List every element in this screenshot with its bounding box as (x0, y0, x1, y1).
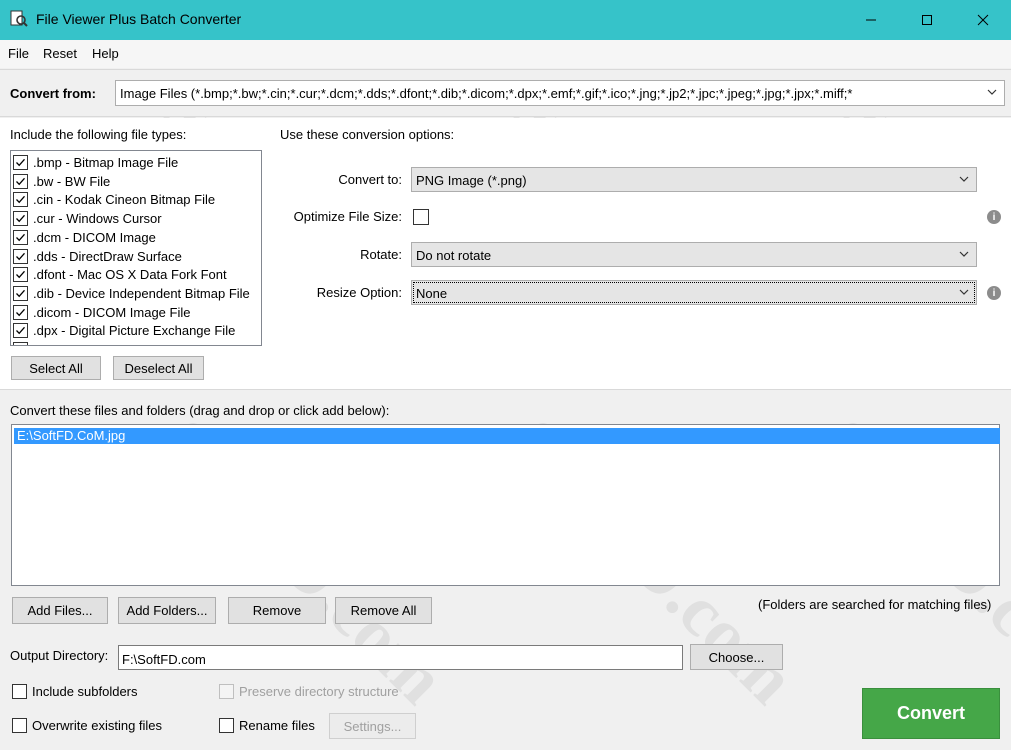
preserve-structure-checkbox (219, 684, 234, 699)
file-type-checkbox[interactable] (13, 267, 28, 283)
menu-help[interactable]: Help (92, 46, 119, 61)
files-list[interactable]: E:\SoftFD.CoM.jpg (11, 424, 1000, 586)
file-type-label: .dib - Device Independent Bitmap File (33, 285, 250, 301)
file-type-checkbox[interactable] (13, 248, 28, 264)
file-type-checkbox[interactable] (13, 155, 28, 170)
close-button[interactable] (955, 0, 1011, 40)
chevron-down-icon (987, 89, 997, 95)
optimize-checkbox[interactable] (413, 209, 429, 225)
file-type-item[interactable]: .dds - DirectDraw Surface (13, 247, 182, 266)
file-type-checkbox[interactable] (13, 229, 28, 245)
remove-button[interactable]: Remove (228, 597, 326, 624)
file-type-checkbox[interactable] (13, 304, 28, 320)
resize-value: None (416, 286, 448, 301)
info-icon[interactable]: i (987, 210, 1001, 224)
rename-option[interactable]: Rename files (219, 718, 315, 733)
files-heading: Convert these files and folders (drag an… (10, 403, 390, 418)
file-type-checkbox[interactable] (13, 173, 28, 189)
minimize-button[interactable] (843, 0, 899, 40)
rotate-label: Rotate: (360, 247, 402, 262)
convert-from-select[interactable]: Image Files (*.bmp;*.bw;*.cin;*.cur;*.dc… (115, 80, 1005, 106)
deselect-all-button[interactable]: Deselect All (113, 356, 204, 380)
file-type-checkbox (13, 342, 28, 345)
minimize-icon (866, 19, 876, 21)
file-type-item[interactable]: .dcm - DICOM Image (13, 228, 156, 247)
file-type-label: .cin - Kodak Cineon Bitmap File (33, 192, 216, 208)
convert-to-value: PNG Image (*.png) (416, 173, 527, 188)
include-subfolders-checkbox[interactable] (12, 684, 27, 699)
file-type-item-partial (13, 340, 33, 345)
file-type-label: .dfont - Mac OS X Data Fork Font (33, 267, 227, 283)
optimize-label: Optimize File Size: (293, 209, 402, 224)
file-types-list[interactable]: .bmp - Bitmap Image File .bw - BW File .ci… (10, 150, 262, 346)
close-icon (977, 14, 989, 26)
file-type-item[interactable]: .bmp - Bitmap Image File (13, 153, 178, 172)
file-type-checkbox[interactable] (13, 211, 28, 227)
file-type-item[interactable]: .bw - BW File (13, 172, 110, 191)
menu-reset[interactable]: Reset (43, 46, 77, 61)
file-list-item[interactable]: E:\SoftFD.CoM.jpg (14, 428, 1000, 444)
file-type-item[interactable]: .dib - Device Independent Bitmap File (13, 284, 250, 303)
convert-from-value: Image Files (*.bmp;*.bw;*.cin;*.cur;*.dc… (120, 86, 853, 101)
file-type-checkbox[interactable] (13, 192, 28, 208)
convert-to-select[interactable]: PNG Image (*.png) (411, 167, 977, 192)
preserve-structure-option: Preserve directory structure (219, 684, 399, 699)
info-icon[interactable]: i (987, 286, 1001, 300)
preserve-structure-label: Preserve directory structure (239, 684, 399, 699)
file-type-item[interactable]: .dicom - DICOM Image File (13, 303, 190, 322)
rotate-select[interactable]: Do not rotate (411, 242, 977, 267)
chevron-down-icon (959, 289, 969, 295)
maximize-button[interactable] (899, 0, 955, 40)
menu-bar (0, 40, 1011, 68)
include-subfolders-label: Include subfolders (32, 684, 138, 699)
output-directory-input[interactable] (118, 645, 683, 670)
rotate-value: Do not rotate (416, 248, 492, 263)
chevron-down-icon (959, 251, 969, 257)
file-type-label: .cur - Windows Cursor (33, 211, 162, 227)
file-type-label: .dds - DirectDraw Surface (33, 248, 182, 264)
overwrite-checkbox[interactable] (12, 718, 27, 733)
file-types-heading: Include the following file types: (10, 127, 187, 142)
menu-file[interactable]: File (8, 46, 29, 61)
file-type-item[interactable]: .cur - Windows Cursor (13, 209, 162, 228)
file-type-item[interactable]: .dpx - Digital Picture Exchange File (13, 321, 235, 340)
chevron-down-icon (959, 176, 969, 182)
add-folders-button[interactable]: Add Folders... (118, 597, 216, 624)
folders-note: (Folders are searched for matching files… (758, 597, 992, 612)
add-files-button[interactable]: Add Files... (12, 597, 108, 624)
resize-label: Resize Option: (316, 285, 402, 300)
settings-button: Settings... (329, 713, 416, 739)
file-type-item[interactable]: .cin - Kodak Cineon Bitmap File (13, 190, 215, 209)
file-type-label: .bmp - Bitmap Image File (33, 155, 179, 170)
file-type-checkbox[interactable] (13, 285, 28, 301)
select-all-button[interactable]: Select All (11, 356, 101, 380)
file-type-label: .dcm - DICOM Image (33, 229, 156, 245)
convert-to-label: Convert to: (338, 172, 402, 187)
include-subfolders-option[interactable]: Include subfolders (12, 684, 138, 699)
overwrite-label: Overwrite existing files (32, 718, 163, 733)
rename-label: Rename files (239, 718, 315, 733)
conversion-options-heading: Use these conversion options: (280, 127, 455, 142)
file-type-checkbox[interactable] (13, 323, 28, 339)
remove-all-button[interactable]: Remove All (335, 597, 432, 624)
window-title: File Viewer Plus Batch Converter (36, 11, 242, 27)
rename-checkbox[interactable] (219, 718, 234, 733)
choose-button[interactable]: Choose... (690, 644, 783, 670)
convert-from-label: Convert from: (10, 86, 96, 101)
resize-select[interactable]: None (411, 280, 977, 305)
file-type-label: .dpx - Digital Picture Exchange File (33, 323, 236, 339)
file-type-item[interactable]: .dfont - Mac OS X Data Fork Font (13, 265, 227, 284)
file-type-label: .dicom - DICOM Image File (33, 304, 191, 320)
app-icon (10, 10, 28, 28)
file-type-label: .bw - BW File (33, 173, 111, 189)
maximize-icon (922, 15, 932, 25)
overwrite-option[interactable]: Overwrite existing files (12, 718, 162, 733)
output-directory-label: Output Directory: (10, 648, 109, 663)
convert-button[interactable]: Convert (862, 688, 1000, 739)
